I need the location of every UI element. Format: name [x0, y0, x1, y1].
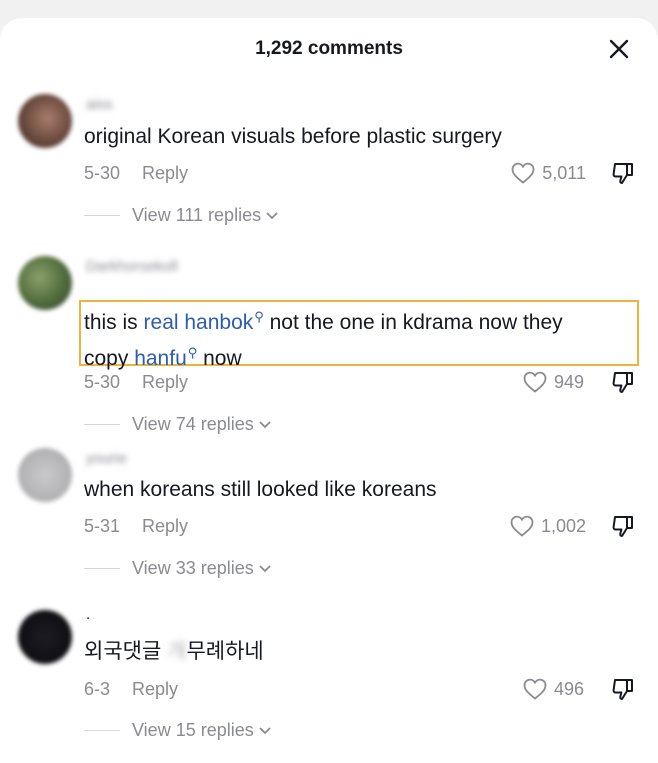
keyword-link[interactable]: hanfu⚲	[134, 345, 198, 370]
comment-date: 5-30	[84, 163, 121, 183]
like-count: 1,002	[540, 515, 586, 536]
view-replies[interactable]: View 111 replies	[84, 205, 279, 226]
dislike-icon[interactable]	[610, 161, 636, 187]
reply-button[interactable]: Reply	[142, 516, 188, 536]
like-button[interactable]: 5,011	[510, 161, 586, 185]
text-segment: 무례하네	[186, 640, 264, 663]
text-segment: 개	[167, 640, 187, 663]
text-segment: now	[197, 347, 242, 370]
comment-username[interactable]: aiss	[86, 96, 113, 113]
avatar[interactable]	[18, 610, 72, 664]
divider-line	[84, 730, 120, 731]
comment-meta: 5-31 Reply	[84, 516, 188, 537]
chevron-down-icon	[266, 211, 278, 219]
reply-button[interactable]: Reply	[142, 372, 188, 392]
comments-count-title: 1,292 comments	[255, 38, 403, 59]
comment-date: 6-3	[84, 679, 111, 699]
comment-text: 외국댓글 개무례하네	[84, 637, 264, 667]
comment-username[interactable]: .	[86, 606, 90, 623]
comment-meta: 5-30 Reply	[84, 163, 188, 184]
dislike-icon[interactable]	[610, 677, 636, 703]
like-button[interactable]: 1,002	[509, 514, 586, 538]
comment-text: original Korean visuals before plastic s…	[84, 125, 502, 148]
search-icon: ⚲	[187, 345, 198, 360]
heart-icon	[511, 162, 535, 184]
text-segment: 외국댓글	[84, 640, 168, 663]
chevron-down-icon	[259, 564, 271, 572]
heart-icon	[523, 371, 547, 393]
heart-icon	[523, 678, 547, 700]
view-replies-label[interactable]: View 33 replies	[132, 558, 254, 579]
comment-date: 5-31	[84, 516, 121, 536]
chevron-down-icon	[259, 726, 271, 734]
close-icon[interactable]	[608, 38, 630, 60]
view-replies-label[interactable]: View 74 replies	[132, 414, 254, 435]
view-replies[interactable]: View 74 replies	[84, 414, 272, 435]
view-replies-label[interactable]: View 111 replies	[132, 205, 261, 226]
avatar[interactable]	[18, 448, 72, 502]
reply-button[interactable]: Reply	[132, 679, 178, 699]
divider-line	[84, 568, 120, 569]
divider-line	[84, 215, 120, 216]
avatar[interactable]	[18, 94, 72, 148]
comment-text: when koreans still looked like koreans	[84, 478, 437, 501]
comments-sheet: 1,292 comments aiss original Korean visu…	[0, 18, 658, 763]
comment-text: this is real hanbok⚲ not the one in kdra…	[84, 302, 563, 374]
view-replies-label[interactable]: View 15 replies	[132, 720, 254, 741]
dislike-icon[interactable]	[610, 514, 636, 540]
comment-date: 5-30	[84, 372, 121, 392]
like-button[interactable]: 949	[522, 370, 584, 394]
text-segment: this is	[84, 311, 144, 334]
view-replies[interactable]: View 33 replies	[84, 558, 272, 579]
comments-header: 1,292 comments	[0, 18, 658, 82]
like-count: 5,011	[542, 162, 586, 183]
like-count: 496	[553, 678, 584, 699]
comment-username[interactable]: yourie	[86, 450, 127, 467]
comment-username[interactable]: Darkhorsekoll	[86, 258, 178, 275]
view-replies[interactable]: View 15 replies	[84, 720, 272, 741]
like-count: 949	[553, 371, 584, 392]
search-icon: ⚲	[254, 309, 264, 324]
chevron-down-icon	[259, 420, 271, 428]
text-segment: not the one in kdrama now they	[263, 311, 563, 334]
dislike-icon[interactable]	[610, 370, 636, 396]
divider-line	[84, 424, 120, 425]
like-button[interactable]: 496	[522, 677, 584, 701]
reply-button[interactable]: Reply	[142, 163, 188, 183]
avatar[interactable]	[18, 256, 72, 310]
keyword-link[interactable]: real hanbok⚲	[144, 309, 264, 334]
comment-meta: 6-3 Reply	[84, 679, 178, 700]
text-segment: copy	[84, 347, 135, 370]
comment-meta: 5-30 Reply	[84, 372, 188, 393]
heart-icon	[510, 515, 534, 537]
